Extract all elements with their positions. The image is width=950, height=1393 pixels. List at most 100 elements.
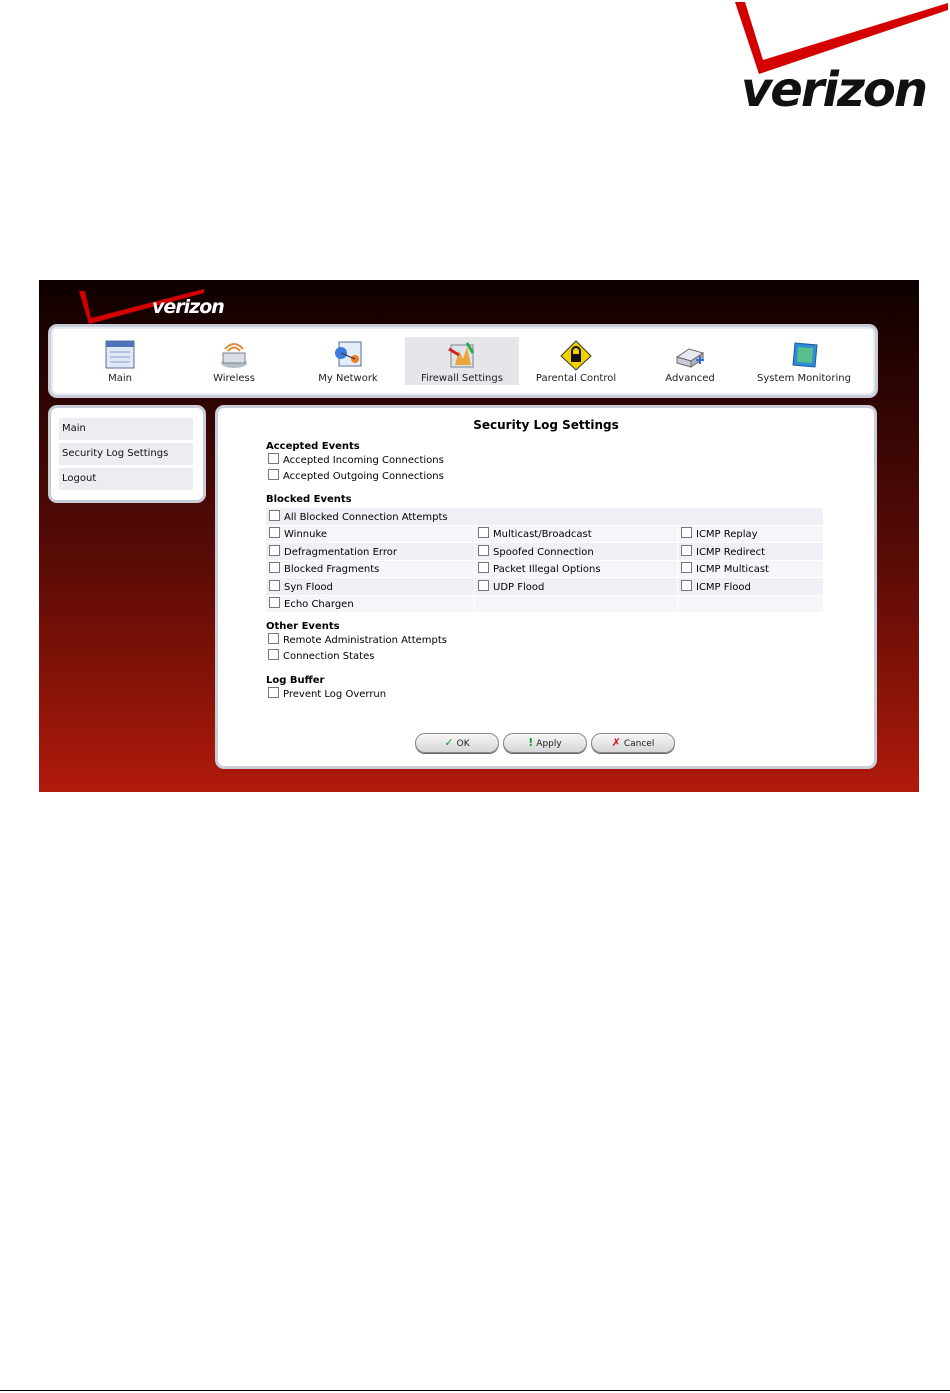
advanced-icon [675, 348, 705, 368]
nav-firewall-settings[interactable]: Firewall Settings [405, 337, 519, 385]
table-cell[interactable]: Multicast/Broadcast [474, 525, 678, 543]
table-cell[interactable]: UDP Flood [474, 577, 678, 596]
checkbox[interactable] [478, 544, 489, 556]
table-cell[interactable]: ICMP Flood [677, 577, 824, 596]
cancel-button[interactable]: ✗ Cancel [591, 733, 675, 753]
exclamation-icon: ! [528, 736, 534, 749]
checkbox-label: Defragmentation Error [284, 546, 397, 558]
checkbox[interactable] [268, 687, 279, 698]
table-cell[interactable]: Packet Illegal Options [474, 560, 678, 578]
main-icon [105, 340, 135, 369]
checkbox-row[interactable]: Connection States [268, 649, 374, 663]
table-cell[interactable]: Defragmentation Error [266, 542, 475, 561]
nav-label: Firewall Settings [421, 373, 503, 384]
checkbox[interactable] [681, 579, 692, 591]
blocked-events-table: All Blocked Connection Attempts Winnuke … [266, 508, 824, 613]
checkbox-row[interactable]: Prevent Log Overrun [268, 687, 386, 701]
ok-button-label: OK [456, 739, 470, 749]
nav-label: Advanced [665, 373, 715, 384]
nav-wireless[interactable]: Wireless [177, 337, 291, 385]
checkbox-label: ICMP Multicast [696, 564, 769, 576]
table-cell[interactable]: ICMP Multicast [677, 560, 824, 578]
checkbox-label: Echo Chargen [284, 599, 354, 611]
checkbox[interactable] [478, 562, 489, 574]
table-cell[interactable]: Spoofed Connection [474, 542, 678, 561]
checkbox-label: Syn Flood [284, 581, 333, 593]
checkbox-label: Connection States [283, 651, 375, 662]
verizon-logo: verizon [733, 0, 950, 122]
checkbox[interactable] [269, 509, 280, 521]
checkbox[interactable] [269, 579, 280, 591]
main-panel: Security Log Settings Accepted Events Ac… [215, 405, 877, 769]
checkbox[interactable] [268, 469, 279, 480]
checkbox[interactable] [269, 527, 280, 539]
checkbox-label: Winnuke [284, 529, 328, 541]
checkbox-label: Blocked Fragments [284, 564, 380, 576]
nav-label: Wireless [213, 373, 255, 384]
table-cell-empty [677, 595, 824, 613]
nav-system-monitoring[interactable]: System Monitoring [747, 337, 861, 385]
checkbox[interactable] [269, 544, 280, 556]
table-cell[interactable]: Winnuke [266, 525, 475, 543]
checkbox[interactable] [681, 562, 692, 574]
checkbox[interactable] [268, 633, 279, 644]
checkbox-label: All Blocked Connection Attempts [284, 511, 448, 523]
ui-logo-text: verizon [152, 296, 225, 318]
checkbox[interactable] [478, 527, 489, 539]
parental-control-icon [560, 340, 592, 371]
checkbox-label: ICMP Replay [696, 529, 758, 541]
checkbox-label: Spoofed Connection [493, 546, 594, 558]
nav-parental-control[interactable]: Parental Control [519, 337, 633, 385]
nav-label: System Monitoring [757, 373, 851, 384]
checkbox-label: Remote Administration Attempts [283, 635, 447, 646]
checkbox-row[interactable]: Remote Administration Attempts [268, 633, 447, 647]
sidebar-item-security-log-settings[interactable]: Security Log Settings [59, 443, 193, 465]
apply-button[interactable]: ! Apply [503, 733, 587, 753]
checkbox-label: Prevent Log Overrun [283, 689, 387, 700]
checkbox-label: ICMP Flood [696, 581, 751, 593]
checkbox-label: Accepted Outgoing Connections [283, 471, 444, 482]
checkbox-label: Multicast/Broadcast [493, 529, 592, 541]
firewall-icon [448, 342, 475, 368]
nav-label: Main [108, 373, 132, 384]
nav-my-network[interactable]: My Network [291, 337, 405, 385]
my-network-icon [335, 341, 362, 367]
table-cell-empty [474, 595, 678, 613]
checkbox-row[interactable]: Accepted Incoming Connections [268, 453, 444, 467]
wireless-icon [221, 343, 247, 368]
page-title: Security Log Settings [473, 418, 619, 432]
table-cell[interactable]: ICMP Replay [677, 525, 824, 543]
checkbox[interactable] [478, 579, 489, 591]
blocked-events-heading: Blocked Events [266, 494, 352, 505]
checkbox-row[interactable]: Accepted Outgoing Connections [268, 469, 444, 483]
x-icon: ✗ [611, 736, 621, 749]
system-monitoring-icon [792, 342, 818, 368]
ok-button[interactable]: ✓ OK [415, 733, 499, 753]
checkbox-label: Packet Illegal Options [493, 564, 601, 576]
checkbox-label: Accepted Incoming Connections [283, 455, 444, 466]
checkbox[interactable] [269, 562, 280, 574]
sidebar-item-main[interactable]: Main [59, 418, 193, 440]
table-cell[interactable]: Echo Chargen [266, 595, 475, 613]
sidebar-item-logout[interactable]: Logout [59, 468, 193, 490]
apply-button-label: Apply [536, 739, 562, 749]
table-cell[interactable]: ICMP Redirect [677, 542, 824, 561]
top-nav: Main Wireless My Network Firewall Settin… [48, 324, 878, 398]
table-cell[interactable]: All Blocked Connection Attempts [266, 508, 824, 526]
table-cell[interactable]: Syn Flood [266, 577, 475, 596]
check-icon: ✓ [444, 736, 454, 749]
table-cell[interactable]: Blocked Fragments [266, 560, 475, 578]
nav-advanced[interactable]: Advanced [633, 337, 747, 385]
verizon-logo-text: verizon [741, 62, 928, 118]
checkbox[interactable] [681, 527, 692, 539]
checkbox[interactable] [269, 597, 280, 609]
log-buffer-heading: Log Buffer [266, 675, 325, 686]
nav-label: Parental Control [535, 373, 617, 384]
other-events-heading: Other Events [266, 621, 340, 632]
checkbox[interactable] [681, 544, 692, 556]
checkbox[interactable] [268, 649, 279, 660]
nav-main[interactable]: Main [63, 337, 177, 385]
checkbox[interactable] [268, 453, 279, 464]
cancel-button-label: Cancel [623, 739, 655, 749]
router-ui-screenshot: verizon Main Wireless My Network Firewal… [39, 280, 919, 792]
